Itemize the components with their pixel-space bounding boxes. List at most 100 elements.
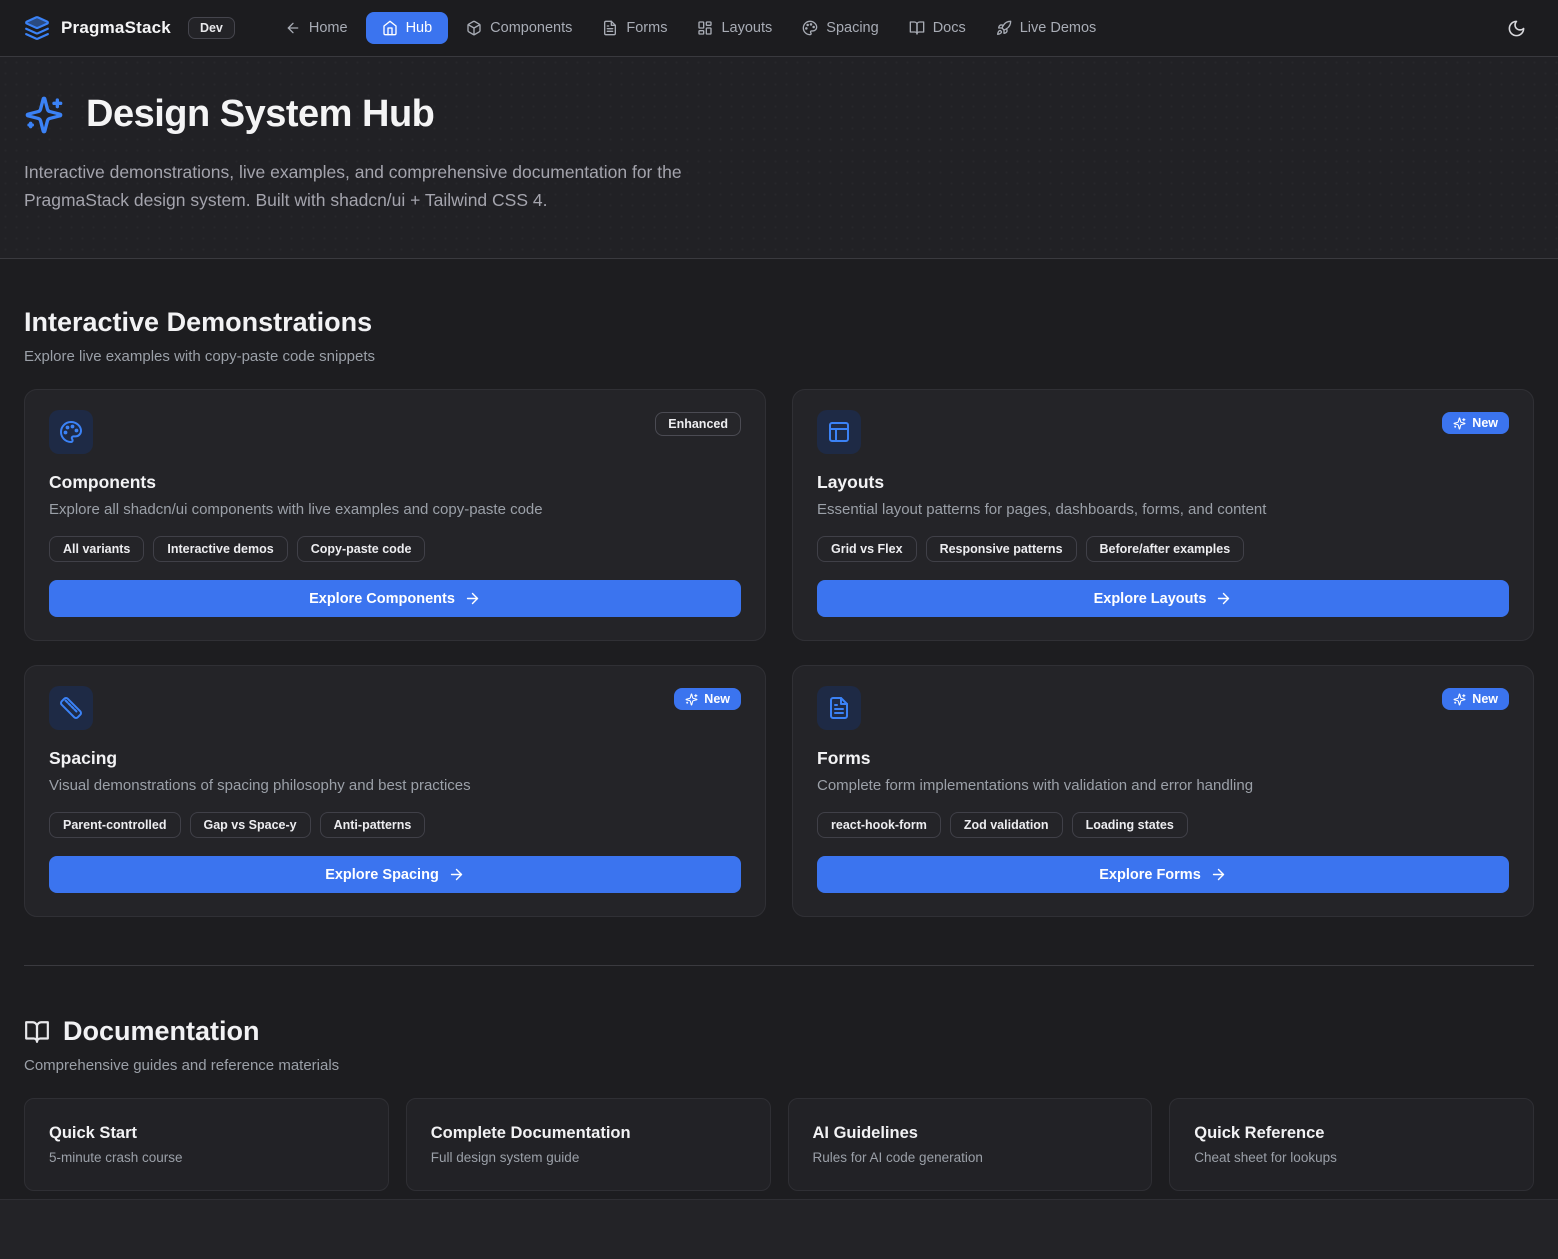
card-description: Complete form implementations with valid… <box>817 777 1509 794</box>
button-label: Explore Spacing <box>325 867 439 883</box>
doc-card-subtitle: Cheat sheet for lookups <box>1194 1150 1509 1165</box>
panels-top-left-icon <box>827 420 851 444</box>
demo-card-components: EnhancedComponentsExplore all shadcn/ui … <box>24 389 766 641</box>
card-title: Layouts <box>817 472 1509 493</box>
explore-forms-button[interactable]: Explore Forms <box>817 856 1509 893</box>
demos-section-title: Interactive Demonstrations <box>24 307 1534 338</box>
sparkles-icon <box>1453 693 1466 706</box>
demo-card-grid: EnhancedComponentsExplore all shadcn/ui … <box>24 389 1534 917</box>
nav-item-label: Live Demos <box>1020 20 1097 36</box>
tag-gap-vs-space-y: Gap vs Space-y <box>190 812 311 838</box>
new-badge: New <box>1442 412 1509 434</box>
card-title: Forms <box>817 748 1509 769</box>
main-content: Interactive Demonstrations Explore live … <box>0 259 1558 1191</box>
dev-badge: Dev <box>188 17 235 39</box>
nav-item-label: Forms <box>626 20 667 36</box>
tag-all-variants: All variants <box>49 536 144 562</box>
doc-card-title: Complete Documentation <box>431 1124 746 1143</box>
card-description: Essential layout patterns for pages, das… <box>817 501 1509 518</box>
tag-row: All variants Interactive demos Copy-paste … <box>49 536 741 562</box>
button-label: Explore Layouts <box>1094 591 1207 607</box>
nav-item-home[interactable]: Home <box>273 12 360 44</box>
demos-section-header: Interactive Demonstrations Explore live … <box>24 259 1534 365</box>
nav-item-docs[interactable]: Docs <box>897 12 978 44</box>
doc-card-quick-start[interactable]: Quick Start5-minute crash course <box>24 1098 389 1191</box>
tag-parent-controlled: Parent-controlled <box>49 812 181 838</box>
tag-anti-patterns: Anti-patterns <box>320 812 426 838</box>
hero-section: Design System Hub Interactive demonstrat… <box>0 57 1558 259</box>
theme-toggle-button[interactable] <box>1499 11 1534 46</box>
doc-card-ai-guidelines[interactable]: AI Guidelines Rules for AI code generatio… <box>788 1098 1153 1191</box>
nav-item-label: Docs <box>933 20 966 36</box>
nav-item-forms[interactable]: Forms <box>590 12 679 44</box>
nav-item-spacing[interactable]: Spacing <box>790 12 890 44</box>
tag-copy-paste-code: Copy-paste code <box>297 536 426 562</box>
doc-card-quick-reference[interactable]: Quick Reference Cheat sheet for lookups <box>1169 1098 1534 1191</box>
nav-item-label: Components <box>490 20 572 36</box>
doc-card-title: Quick Reference <box>1194 1124 1509 1143</box>
book-open-icon <box>24 1019 50 1045</box>
tag-zod-validation: Zod validation <box>950 812 1063 838</box>
book-open-icon <box>909 20 925 36</box>
sparkles-icon <box>24 95 64 135</box>
docs-section-header: Documentation Comprehensive guides and r… <box>24 1016 1534 1074</box>
home-icon <box>382 20 398 36</box>
tag-interactive-demos: Interactive demos <box>153 536 287 562</box>
sparkles-icon <box>1453 417 1466 430</box>
badge-label: Enhanced <box>668 417 728 431</box>
arrow-right-icon <box>448 866 465 883</box>
badge-label: New <box>1472 692 1498 706</box>
doc-card-complete-documentation[interactable]: Complete Documentation Full design system… <box>406 1098 771 1191</box>
doc-card-title: Quick Start <box>49 1124 364 1143</box>
doc-card-title: AI Guidelines <box>813 1124 1128 1143</box>
tag-grid-vs-flex: Grid vs Flex <box>817 536 917 562</box>
tag-row: Grid vs FlexResponsive patternsBefore/af… <box>817 536 1509 562</box>
nav-item-label: Layouts <box>721 20 772 36</box>
footer-strip <box>0 1199 1558 1259</box>
file-text-icon <box>602 20 618 36</box>
rocket-icon <box>996 20 1012 36</box>
docs-card-grid: Quick Start5-minute crash courseComplete… <box>24 1098 1534 1191</box>
new-badge: New <box>1442 688 1509 710</box>
nav-item-components[interactable]: Components <box>454 12 584 44</box>
top-navigation: PragmaStack Dev Home Hub Components Forms La… <box>0 0 1558 57</box>
tag-responsive-patterns: Responsive patterns <box>926 536 1077 562</box>
nav-item-label: Hub <box>406 20 433 36</box>
palette-icon <box>59 420 83 444</box>
card-icon-box <box>817 410 861 454</box>
card-description: Visual demonstrations of spacing philoso… <box>49 777 741 794</box>
demos-section-subtitle: Explore live examples with copy-paste co… <box>24 348 1534 365</box>
nav-item-live-demos[interactable]: Live Demos <box>984 12 1109 44</box>
card-icon-box <box>817 686 861 730</box>
file-text-icon <box>827 696 851 720</box>
page-title: Design System Hub <box>86 93 434 136</box>
badge-label: New <box>1472 416 1498 430</box>
demo-card-spacing: NewSpacingVisual demonstrations of spaci… <box>24 665 766 917</box>
nav-item-hub[interactable]: Hub <box>366 12 449 44</box>
tag-loading-states: Loading states <box>1072 812 1188 838</box>
explore-layouts-button[interactable]: Explore Layouts <box>817 580 1509 617</box>
button-label: Explore Forms <box>1099 867 1201 883</box>
sparkles-icon <box>685 693 698 706</box>
doc-card-subtitle: Full design system guide <box>431 1150 746 1165</box>
page-subtitle: Interactive demonstrations, live example… <box>24 158 776 214</box>
docs-section-subtitle: Comprehensive guides and reference mater… <box>24 1057 1534 1074</box>
arrow-left-icon <box>285 20 301 36</box>
brand[interactable]: PragmaStack Dev <box>24 15 235 41</box>
nav-item-layouts[interactable]: Layouts <box>685 12 784 44</box>
layers-logo-icon <box>24 15 50 41</box>
brand-name: PragmaStack <box>61 18 171 38</box>
docs-section-title: Documentation <box>63 1016 260 1047</box>
moon-icon <box>1507 19 1526 38</box>
explore-components-button[interactable]: Explore Components <box>49 580 741 617</box>
card-title: Components <box>49 472 741 493</box>
demo-card-forms: New Forms Complete form implementations wi… <box>792 665 1534 917</box>
nav-menu: Home Hub Components Forms Layouts Spacing Docs… <box>273 12 1108 44</box>
tag-row: react-hook-formZod validationLoading sta… <box>817 812 1509 838</box>
ruler-icon <box>59 696 83 720</box>
explore-spacing-button[interactable]: Explore Spacing <box>49 856 741 893</box>
card-icon-box <box>49 686 93 730</box>
badge-label: New <box>704 692 730 706</box>
doc-card-subtitle: Rules for AI code generation <box>813 1150 1128 1165</box>
arrow-right-icon <box>1215 590 1232 607</box>
